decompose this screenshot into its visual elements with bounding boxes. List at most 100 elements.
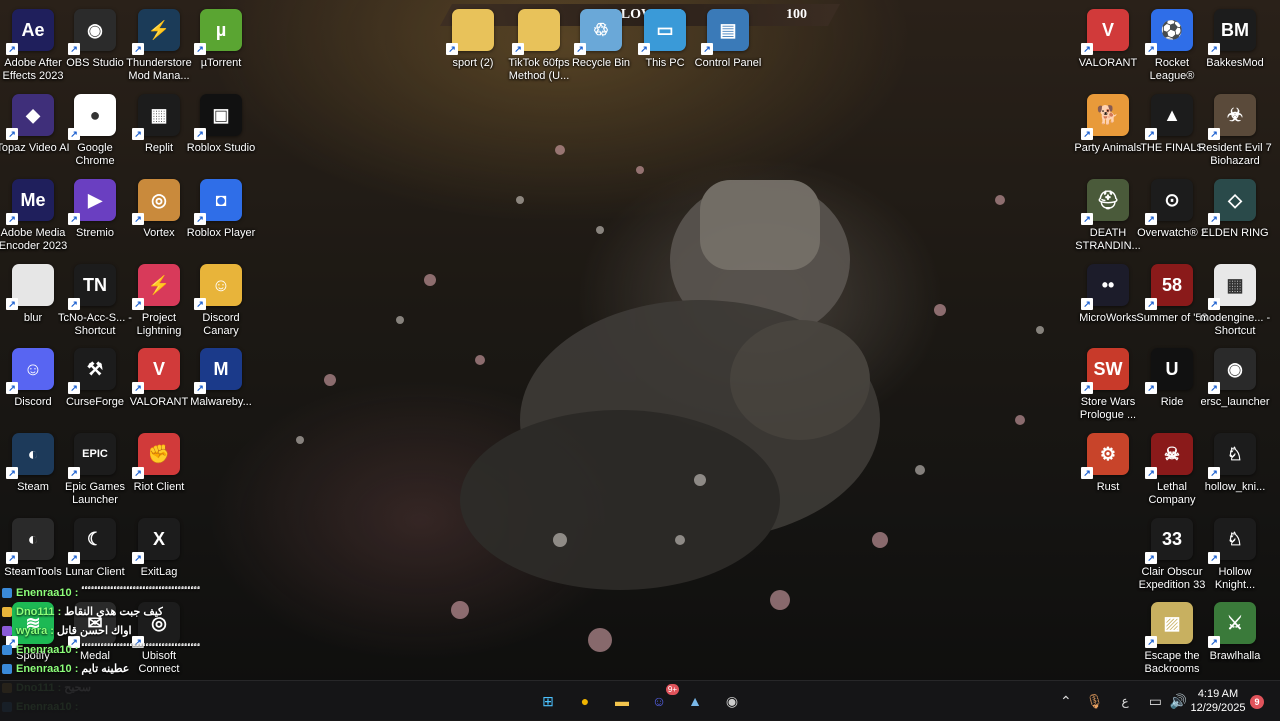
desktop-icon-adobe-media-encoder[interactable]: Me ↗ Adobe Media Encoder 2023	[0, 175, 68, 259]
desktop-icon-ride[interactable]: U ↗ Ride	[1137, 344, 1207, 428]
shortcut-arrow-icon: ↗	[68, 552, 80, 564]
network-icon[interactable]: ▭	[1149, 693, 1162, 710]
lunar-icon: ☾ ↗	[68, 518, 116, 564]
desktop-icon-clair-obscur[interactable]: 33 ↗ Clair Obscur Expedition 33	[1137, 514, 1207, 598]
chat-username: wyara :	[16, 624, 54, 637]
desktop-icon-store-wars[interactable]: SW ↗ Store Wars Prologue ...	[1073, 344, 1143, 428]
desktop-icon-label: VALORANT	[1078, 57, 1138, 69]
notification-badge[interactable]: 9	[1250, 695, 1264, 709]
chat-message: wyara : اواك احسن قاتل	[2, 621, 232, 640]
shortcut-arrow-icon: ↗	[132, 128, 144, 140]
shortcut-arrow-icon: ↗	[1081, 467, 1093, 479]
shortcut-arrow-icon: ↗	[194, 128, 206, 140]
desktop-icon-valorant-right[interactable]: V ↗ VALORANT	[1073, 5, 1143, 89]
chat-message: Enenraa10 : ٴٴٴٴٴٴٴٴٴٴٴٴٴٴٴٴٴٴٴٴٴٴٴٴٴٴٴٴٴ…	[2, 640, 232, 659]
desktop-icon-brawlhalla[interactable]: ⚔ ↗ Brawlhalla	[1200, 598, 1270, 682]
epic-icon: EPIC ↗	[68, 433, 116, 479]
followers-goal: 100	[786, 7, 807, 22]
desktop-icon-ersc-launcher[interactable]: ◉ ↗ ersc_launcher	[1200, 344, 1270, 428]
desktop-icon-death-stranding[interactable]: ⛑ ↗ DEATH STRANDIN...	[1073, 175, 1143, 259]
shortcut-arrow-icon: ↗	[1081, 382, 1093, 394]
desktop-icon-the-finals[interactable]: ▲ ↗ THE FINALS	[1137, 90, 1207, 174]
desktop-icon-bakkesmod[interactable]: BM ↗ BakkesMod	[1200, 5, 1270, 89]
desktop-icon-roblox-player[interactable]: ◘ ↗ Roblox Player	[186, 175, 256, 259]
desktop-icon-adobe-after-effects[interactable]: Ae ↗ Adobe After Effects 2023	[0, 5, 68, 89]
volume-icon[interactable]: 🔊	[1170, 693, 1187, 710]
desktop-icon-replit[interactable]: ▦ ↗ Replit	[124, 90, 194, 174]
desktop-icon-label: ExitLag	[140, 566, 178, 578]
shortcut-arrow-icon: ↗	[512, 43, 524, 55]
desktop-icon-curseforge[interactable]: ⚒ ↗ CurseForge	[60, 344, 130, 428]
system-clock[interactable]: 4:19 AM 12/29/2025	[1188, 687, 1248, 715]
desktop-icon-control-panel[interactable]: ▤ ↗ Control Panel	[693, 5, 763, 89]
chat-badge-icon	[2, 663, 12, 674]
chrome-taskbar[interactable]: ●	[571, 687, 599, 715]
desktop-icon-hollow-knight[interactable]: ♘ ↗ Hollow Knight...	[1200, 514, 1270, 598]
desktop-icon-obs-studio[interactable]: ◉ ↗ OBS Studio	[60, 5, 130, 89]
desktop-icon-recycle-bin[interactable]: ♲ ↗ Recycle Bin	[566, 5, 636, 89]
desktop-icon-party-animals[interactable]: 🐕 ↗ Party Animals	[1073, 90, 1143, 174]
desktop-icon-label: OBS Studio	[66, 57, 124, 69]
desktop-icon-epic-games[interactable]: EPIC ↗ Epic Games Launcher	[60, 429, 130, 513]
microphone-icon[interactable]: 🎙	[1086, 693, 1104, 710]
desktop-icon-hollow-knight-file[interactable]: ♘ ↗ hollow_kni...	[1200, 429, 1270, 513]
desktop-icon-label: Discord Canary	[202, 312, 240, 337]
shortcut-arrow-icon: ↗	[1208, 128, 1220, 140]
desktop-icon-this-pc[interactable]: ▭ ↗ This PC	[630, 5, 700, 89]
desktop-icon-lethal-company[interactable]: ☠ ↗ Lethal Company	[1137, 429, 1207, 513]
desktop-icon-label: Lunar Client	[65, 566, 125, 578]
chat-text: كيف جبت هذي النقاط	[64, 606, 164, 618]
lightning-icon: ⚡ ↗	[132, 264, 180, 310]
desktop-icon-elden-ring[interactable]: ◇ ↗ ELDEN RING	[1200, 175, 1270, 259]
exitlag-icon: X ↗	[132, 518, 180, 564]
file-explorer-taskbar[interactable]: ▬	[608, 687, 636, 715]
shortcut-arrow-icon: ↗	[6, 213, 18, 225]
desktop-icon-modengine[interactable]: ▦ ↗ modengine... - Shortcut	[1200, 260, 1270, 344]
desktop-icon-tiktok[interactable]: ↗ TikTok 60fps Method (U...	[504, 5, 574, 89]
desktop-icon-utorrent[interactable]: µ ↗ µTorrent	[186, 5, 256, 89]
desktop-icon-thunderstore[interactable]: ⚡ ↗ Thunderstore Mod Mana...	[124, 5, 194, 89]
desktop-icon-resident-evil[interactable]: ☣ ↗ Resident Evil 7 Biohazard	[1198, 90, 1272, 174]
shortcut-arrow-icon: ↗	[1208, 467, 1220, 479]
desktop-icon-label: Riot Client	[133, 481, 185, 493]
desktop-icon-google-chrome[interactable]: ● ↗ Google Chrome	[60, 90, 130, 174]
desktop-icon-tcno[interactable]: TN ↗ TcNo-Acc-S... - Shortcut	[58, 260, 132, 344]
chat-badge-icon	[2, 587, 12, 598]
desktop-icon-label: Epic Games Launcher	[65, 481, 125, 506]
folder-icon: ↗	[512, 9, 560, 55]
desktop-icon-valorant-left[interactable]: V ↗ VALORANT	[124, 344, 194, 428]
desktop-icon-sport[interactable]: ↗ sport (2)	[438, 5, 508, 89]
desktop-icon-stremio[interactable]: ▶ ↗ Stremio	[60, 175, 130, 259]
chat-username: Enenraa10 :	[16, 586, 79, 599]
desktop-icon-overwatch[interactable]: ⊙ ↗ Overwatch® 2	[1137, 175, 1207, 259]
desktop-icon-label: ELDEN RING	[1201, 227, 1269, 239]
desktop-icon-summer-of-58[interactable]: 58 ↗ Summer of '58	[1136, 260, 1208, 344]
language-indicator[interactable]: ع	[1122, 694, 1129, 708]
shortcut-arrow-icon: ↗	[132, 552, 144, 564]
modengine-icon: ▦ ↗	[1208, 264, 1256, 310]
discord-taskbar[interactable]: ☺ 9+	[645, 684, 679, 715]
discord-icon: ☺ ↗	[6, 348, 54, 394]
desktop-icon-rust[interactable]: ⚙ ↗ Rust	[1073, 429, 1143, 513]
start-button[interactable]: ⊞	[534, 687, 562, 715]
desktop-icon-roblox-studio[interactable]: ▣ ↗ Roblox Studio	[186, 90, 256, 174]
desktop-icon-label: µTorrent	[200, 57, 242, 69]
desktop-icon-discord[interactable]: ☺ ↗ Discord	[0, 344, 68, 428]
desktop-icon-malwarebytes[interactable]: M ↗ Malwareby...	[186, 344, 256, 428]
desktop-icon-escape-backrooms[interactable]: ▨ ↗ Escape the Backrooms	[1137, 598, 1207, 682]
desktop-icon-riot-client[interactable]: ✊ ↗ Riot Client	[124, 429, 194, 513]
shortcut-arrow-icon: ↗	[638, 43, 650, 55]
store-wars-icon: SW ↗	[1081, 348, 1129, 394]
recycle-bin-icon: ♲ ↗	[574, 9, 622, 55]
chat-message: Enenraa10 : ٴٴٴٴٴٴٴٴٴٴٴٴٴٴٴٴٴٴٴٴٴٴٴٴٴٴٴٴٴ…	[2, 583, 232, 602]
desktop-icon-rocket-league[interactable]: ⚽ ↗ Rocket League®	[1137, 5, 1207, 89]
chevron-up-icon[interactable]: ⌃	[1060, 693, 1072, 710]
shortcut-arrow-icon: ↗	[446, 43, 458, 55]
obs-taskbar[interactable]: ◉	[718, 687, 746, 715]
desktop-icon-microworks[interactable]: •• ↗ MicroWorks	[1073, 260, 1143, 344]
shortcut-arrow-icon: ↗	[68, 382, 80, 394]
desktop-icon-discord-canary[interactable]: ☺ ↗ Discord Canary	[186, 260, 256, 344]
desktop-icon-label: DEATH STRANDIN...	[1075, 227, 1141, 252]
desktop-icon-vortex[interactable]: ◎ ↗ Vortex	[124, 175, 194, 259]
photos-taskbar[interactable]: ▲	[681, 687, 709, 715]
